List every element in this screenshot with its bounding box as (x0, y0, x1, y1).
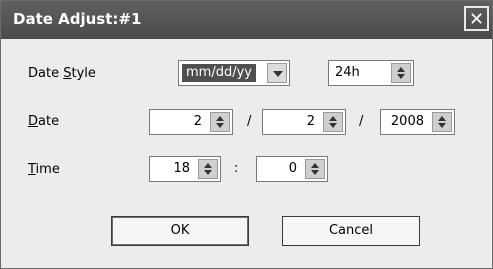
close-button[interactable]: ✕ (464, 6, 489, 31)
spinner-up-down-icon[interactable] (198, 159, 218, 179)
time-separator: : (234, 161, 239, 176)
spinner-up-down-icon[interactable] (432, 112, 452, 132)
spinner-up-down-icon[interactable] (391, 63, 411, 83)
ok-button[interactable]: OK (111, 216, 249, 246)
hour-stepper[interactable]: 18 (149, 156, 221, 182)
title-bar[interactable]: Date Adjust:#1 ✕ (1, 1, 492, 39)
year-value: 2008 (390, 114, 424, 129)
date-format-select[interactable]: mm/dd/yy (178, 60, 290, 86)
spinner-up-down-icon[interactable] (305, 159, 325, 179)
spinner-up-down-icon[interactable] (210, 112, 230, 132)
clock-format-stepper[interactable]: 24h (328, 60, 414, 86)
minute-value: 0 (288, 161, 297, 176)
dialog-window: Date Adjust:#1 ✕ Date Style mm/dd/yy 24h… (0, 0, 493, 269)
date-style-label: Date Style (28, 66, 96, 81)
hour-value: 18 (173, 161, 190, 176)
date-separator: / (359, 114, 364, 129)
clock-format-value: 24h (335, 65, 360, 80)
time-label: Time (28, 162, 60, 177)
dialog-title: Date Adjust:#1 (13, 10, 142, 28)
chevron-down-icon[interactable] (267, 63, 287, 83)
day-value: 2 (306, 114, 315, 129)
spinner-up-down-icon[interactable] (323, 112, 343, 132)
cancel-button[interactable]: Cancel (282, 216, 420, 246)
minute-stepper[interactable]: 0 (256, 156, 328, 182)
day-stepper[interactable]: 2 (262, 109, 346, 135)
month-value: 2 (193, 114, 202, 129)
close-icon: ✕ (468, 9, 485, 30)
month-stepper[interactable]: 2 (149, 109, 233, 135)
year-stepper[interactable]: 2008 (380, 109, 455, 135)
date-separator: / (247, 114, 252, 129)
date-label: Date (28, 114, 60, 129)
date-format-value: mm/dd/yy (182, 64, 256, 82)
